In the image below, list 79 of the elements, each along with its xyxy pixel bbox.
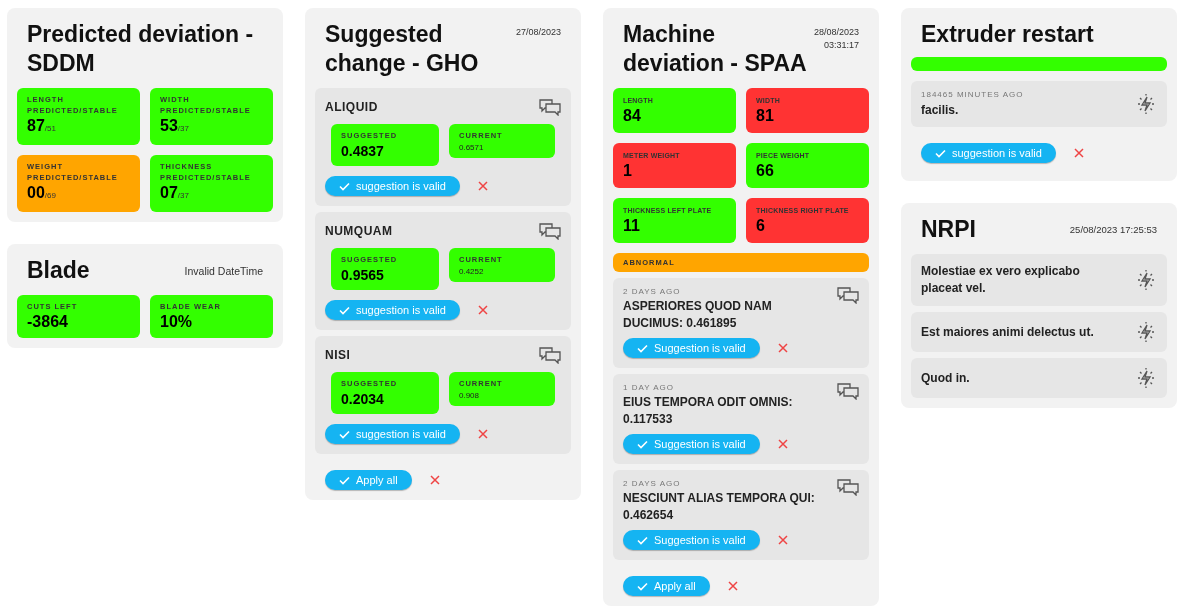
check-icon: [935, 148, 946, 158]
flash-icon[interactable]: [1135, 321, 1157, 343]
valid-button[interactable]: Apply all: [623, 576, 710, 597]
tile-value: 0.9565: [341, 266, 385, 286]
flash-icon[interactable]: [1135, 367, 1157, 389]
item-text: Quod in.: [921, 369, 971, 387]
flash-icon[interactable]: [1135, 269, 1157, 291]
valid-button[interactable]: suggestion is valid: [325, 424, 460, 444]
time-ago: 1 DAY AGO: [623, 382, 675, 395]
comment-icon[interactable]: [539, 98, 561, 116]
item-title: ALIQUID: [325, 99, 378, 116]
list-item[interactable]: Quod in.: [911, 358, 1167, 398]
card-title: Machine deviation - SPAA: [623, 20, 808, 78]
tile-value: 87/51: [27, 116, 57, 136]
reject-button[interactable]: [475, 179, 490, 193]
card-title: Predicted deviation - SDDM: [27, 20, 255, 78]
item-text: Est maiores animi delectus ut.: [921, 323, 1095, 341]
tile-value: 1: [623, 161, 633, 181]
item-text: ASPERIORES QUOD NAM DUCIMUS: 0.461895: [623, 298, 773, 333]
tile-value: 10%: [160, 312, 194, 332]
timestamp: Invalid DateTime: [184, 264, 263, 279]
list-item[interactable]: Est maiores animi delectus ut.: [911, 312, 1167, 352]
tile-value: 0.6571: [459, 142, 485, 155]
valid-button[interactable]: Suggestion is valid: [623, 338, 760, 359]
reject-button[interactable]: [475, 303, 490, 317]
item-text: facilis.: [921, 102, 960, 119]
check-icon: [637, 343, 648, 353]
time-ago: 184465 MINUTES AGO: [921, 89, 1024, 101]
reject-button[interactable]: [475, 427, 490, 441]
item-text: EIUS TEMPORA ODIT OMNIS: 0.117533: [623, 394, 794, 429]
tile-value: 07/37: [160, 183, 190, 203]
comment-icon[interactable]: [837, 478, 859, 497]
comment-icon[interactable]: [837, 382, 859, 401]
item-title: NUMQUAM: [325, 223, 393, 240]
tile-value: 66: [756, 161, 775, 181]
card-title: NRPI: [921, 215, 976, 244]
flash-icon[interactable]: [1135, 93, 1157, 115]
valid-button[interactable]: Suggestion is valid: [623, 530, 760, 551]
item-text: Molestiae ex vero explicabo placeat vel.: [921, 263, 1081, 297]
valid-button[interactable]: suggestion is valid: [325, 176, 460, 196]
valid-button[interactable]: suggestion is valid: [325, 300, 460, 320]
check-icon: [339, 181, 350, 191]
tile-value: 11: [623, 216, 641, 236]
comment-icon[interactable]: [539, 222, 561, 240]
item-text: NESCIUNT ALIAS TEMPORA QUI: 0.462654: [623, 490, 816, 525]
comment-icon[interactable]: [837, 286, 859, 305]
comment-icon[interactable]: [539, 346, 561, 364]
reject-button[interactable]: [427, 473, 442, 487]
list-item[interactable]: Molestiae ex vero explicabo placeat vel.: [911, 254, 1167, 306]
valid-button[interactable]: suggestion is valid: [921, 143, 1056, 163]
tile-value: 84: [623, 106, 642, 126]
check-icon: [637, 439, 648, 449]
check-icon: [339, 475, 350, 485]
item-title: NISI: [325, 347, 351, 364]
date-text: 28/08/2023: [813, 26, 859, 39]
card-title: Suggested change - GHO: [325, 20, 480, 78]
check-icon: [339, 429, 350, 439]
time-text: 03:31:17: [822, 39, 859, 52]
card-title: Blade: [27, 256, 90, 285]
valid-button[interactable]: Apply all: [325, 470, 412, 490]
tile-value: 81: [756, 106, 775, 126]
tile-value: -3864: [27, 312, 69, 332]
tile-value: 0.2034: [341, 390, 385, 410]
tile-value: 0.4252: [459, 266, 485, 279]
timestamp: 25/08/2023 17:25:53: [1069, 223, 1157, 237]
check-icon: [637, 581, 648, 591]
tile-value: 0.908: [459, 390, 481, 403]
tile-value: 0.4837: [341, 142, 385, 162]
card-title: Extruder restart: [921, 20, 1094, 49]
tile-value: 00/69: [27, 183, 57, 203]
tile-value: 6: [756, 216, 766, 236]
timestamp: 27/08/2023: [515, 26, 561, 39]
check-icon: [637, 535, 648, 545]
time-ago: 2 DAYS AGO: [623, 286, 682, 299]
valid-button[interactable]: Suggestion is valid: [623, 434, 760, 455]
reject-button[interactable]: [1071, 146, 1086, 160]
time-ago: 2 DAYS AGO: [623, 478, 682, 491]
tile-value: 53/37: [160, 116, 190, 136]
check-icon: [339, 305, 350, 315]
